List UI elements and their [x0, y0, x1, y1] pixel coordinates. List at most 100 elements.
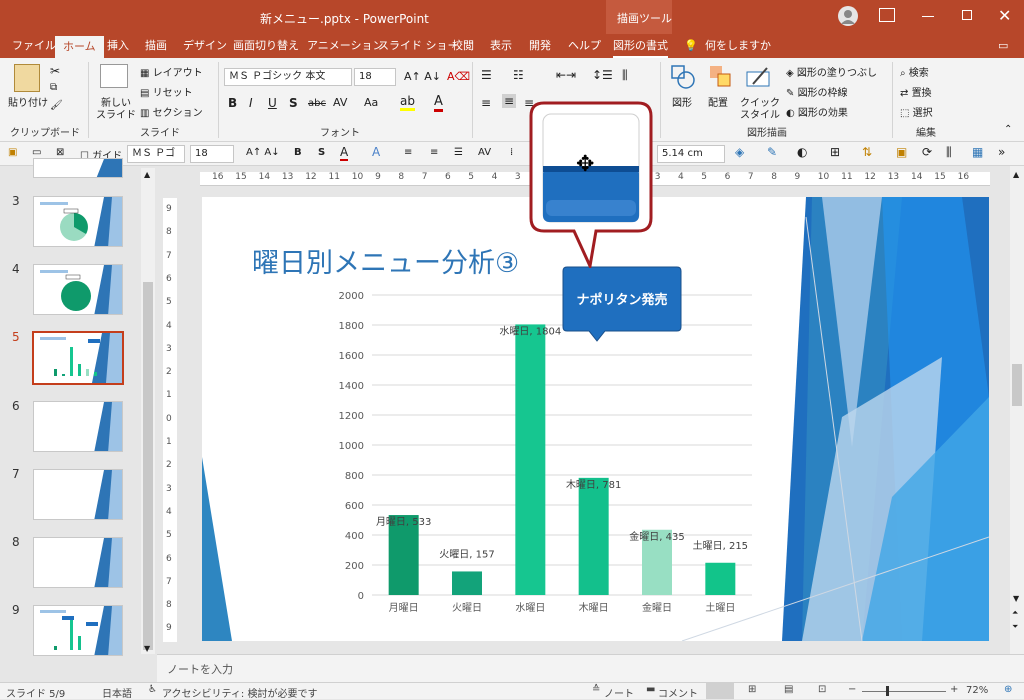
qat-crop-icon[interactable]: ▦ [972, 145, 983, 159]
font-name-combo[interactable]: ＭＳ Ｐゴシック 本文 [224, 68, 352, 86]
find-button[interactable]: ⌕ 検索 [900, 64, 929, 79]
arrange-button[interactable]: 配置 [708, 94, 728, 109]
char-spacing-icon[interactable]: AV [333, 96, 347, 109]
fit-slide-icon[interactable]: ⊕ [1004, 684, 1012, 695]
shape-effects-button[interactable]: ◐ 図形の効果 [786, 104, 848, 119]
qat-arrange-icon[interactable]: ⊞ [830, 145, 840, 159]
accessibility-status[interactable]: アクセシビリティ: 検討が必要です [162, 685, 317, 700]
tab-shape-format[interactable]: 図形の書式 [613, 34, 668, 58]
tab-design[interactable]: デザイン [183, 34, 227, 58]
arrange-icon[interactable] [708, 64, 734, 90]
underline-icon[interactable]: U [268, 96, 277, 110]
next-slide-icon[interactable]: ⏷ [1012, 622, 1018, 632]
tab-slideshow[interactable]: スライド ショー [378, 34, 459, 58]
qat-align-center-icon[interactable]: ≡ [430, 147, 438, 158]
quick-styles-icon[interactable] [745, 64, 771, 90]
qat-font-size-icons[interactable]: A↑ A↓ [246, 147, 280, 158]
paste-button[interactable]: 貼り付け [8, 94, 48, 109]
cut-icon[interactable]: ✂ [50, 64, 60, 78]
strikethrough-icon[interactable]: abc [308, 98, 326, 109]
font-grow-icon[interactable]: A↑ A↓ [404, 70, 441, 83]
collapse-ribbon-icon[interactable]: ⌃ [1004, 124, 1012, 135]
qat-shadow-icon[interactable]: S [318, 147, 325, 158]
qat-font-combo[interactable]: ＭＳ Ｐゴ [127, 145, 185, 163]
line-spacing-icon[interactable]: ↕☰ [592, 68, 613, 82]
shape-width-field[interactable]: 5.14 cm [657, 145, 725, 163]
prev-slide-icon[interactable]: ⏶ [1012, 608, 1018, 618]
zoom-level[interactable]: 72% [966, 685, 988, 696]
replace-button[interactable]: ⇄ 置換 [900, 84, 932, 99]
qat-rotate-icon[interactable]: ⟳ [922, 145, 932, 159]
scroll-thumb[interactable] [143, 282, 153, 650]
maximize-icon[interactable] [962, 10, 972, 20]
qat-text-effect-icon[interactable]: A [372, 145, 380, 159]
reading-view-icon[interactable]: ▤ [784, 684, 793, 695]
numbering-icon[interactable]: ☷ [513, 68, 524, 82]
tab-view[interactable]: 表示 [490, 34, 512, 58]
quick-styles-label-2[interactable]: スタイル [740, 106, 780, 121]
qat-font-color-icon[interactable]: A [340, 145, 349, 161]
comments-icon[interactable]: ▭ [998, 34, 1008, 58]
scroll-down-icon[interactable]: ▼ [144, 644, 150, 653]
account-avatar-icon[interactable] [838, 6, 858, 26]
layout-button[interactable]: ▦ レイアウト [140, 64, 203, 79]
text-direction-icon[interactable]: ⫼ [622, 68, 628, 83]
tab-review[interactable]: 校閲 [452, 34, 474, 58]
qat-effects-icon[interactable]: ◐ [797, 145, 807, 159]
tab-help[interactable]: ヘルプ [568, 34, 601, 58]
reset-button[interactable]: ▤ リセット [140, 84, 193, 99]
shadow-icon[interactable]: S [289, 96, 298, 110]
format-painter-icon[interactable]: 🖌 [50, 100, 63, 111]
zoom-out-icon[interactable]: − [848, 684, 856, 695]
thumbnail-slide-5[interactable] [32, 331, 124, 385]
shape-outline-button[interactable]: ✎ 図形の枠線 [786, 84, 848, 99]
notes-pane[interactable]: ノートを入力 [157, 654, 1024, 682]
clear-format-icon[interactable]: A⌫ [447, 70, 470, 83]
qat-spacing-icon[interactable]: AV [478, 147, 491, 158]
align-left-icon[interactable]: ≡ [481, 96, 491, 110]
language-indicator[interactable]: 日本語 [102, 685, 132, 700]
bold-icon[interactable]: B [228, 96, 237, 110]
qat-outline-icon[interactable]: ✎ [767, 145, 777, 159]
new-slide-label-2[interactable]: スライド [96, 106, 136, 121]
highlight-icon[interactable]: ab [400, 94, 415, 111]
callout-shape[interactable]: ナポリタン発売 [561, 265, 683, 342]
minimize-icon[interactable] [922, 16, 934, 17]
new-slide-icon[interactable] [100, 64, 128, 88]
shape-fill-button[interactable]: ◈ 図形の塗りつぶし [786, 64, 877, 79]
qat-bold-icon[interactable]: B [294, 147, 302, 158]
notes-button[interactable]: ノート [604, 685, 634, 700]
qat-fill-icon[interactable]: ◈ [735, 145, 744, 159]
bullets-icon[interactable]: ☰ [481, 68, 492, 82]
scroll-up-icon[interactable]: ▲ [1013, 170, 1019, 179]
section-button[interactable]: ▥ セクション [140, 104, 203, 119]
qat-more-icon[interactable]: ⁞ [510, 147, 513, 158]
paste-icon[interactable] [14, 64, 40, 92]
slide-sorter-icon[interactable]: ⊞ [748, 684, 756, 695]
thumbnail-slide-7[interactable] [33, 469, 123, 520]
notes-placeholder[interactable]: ノートを入力 [167, 661, 233, 677]
align-center-icon[interactable]: ≡ [502, 94, 517, 108]
qat-order-icon[interactable]: ⇅ [862, 145, 872, 159]
scroll-thumb[interactable] [1012, 364, 1022, 406]
canvas-scrollbar[interactable]: ▲ ▼ ⏶ ⏷ [1010, 166, 1024, 654]
thumbnail-slide-3[interactable] [33, 196, 123, 247]
change-case-icon[interactable]: Aa [364, 96, 378, 109]
copy-icon[interactable]: ⧉ [50, 82, 57, 93]
thumbnail-slide-4[interactable] [33, 264, 123, 315]
qat-icon[interactable]: ▣ [8, 147, 17, 158]
font-size-combo[interactable]: 18 [354, 68, 396, 86]
zoom-slider-thumb[interactable] [886, 686, 889, 696]
bar-chart[interactable]: 0 200 400 600 800 1000 1200 1400 1600 1800 2000 月曜日… [332, 283, 762, 623]
qat-align-icon[interactable]: ⫼ [946, 145, 952, 160]
qat-box-icon[interactable]: ⊠ [56, 147, 64, 158]
tab-developer[interactable]: 開発 [529, 34, 551, 58]
qat-bullets-icon[interactable]: ☰ [454, 147, 463, 158]
tell-me-search[interactable]: 何をしますか [705, 34, 771, 58]
zoom-slider[interactable] [862, 691, 946, 692]
italic-icon[interactable]: I [249, 96, 253, 110]
thumbnail-slide-2[interactable] [33, 158, 123, 178]
indent-icon[interactable]: ⇤⇥ [556, 68, 576, 82]
tab-home[interactable]: ホーム [55, 36, 104, 58]
slideshow-icon[interactable]: ⊡ [818, 684, 826, 695]
